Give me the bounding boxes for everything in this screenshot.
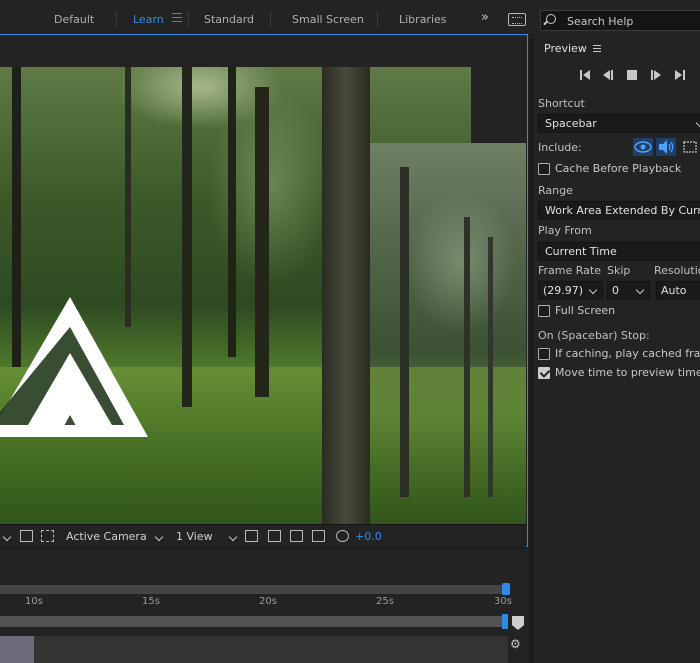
workspace-tab-default[interactable]: Default — [54, 13, 94, 26]
panel-menu-icon[interactable] — [593, 45, 601, 52]
play-from-label: Play From — [538, 224, 592, 237]
search-help-box[interactable] — [540, 10, 700, 31]
range-label: Range — [538, 184, 573, 197]
workspace-tab-standard[interactable]: Standard — [204, 13, 254, 26]
first-frame-icon[interactable] — [579, 69, 591, 81]
full-screen-checkbox[interactable] — [538, 305, 550, 317]
last-frame-icon[interactable] — [674, 69, 686, 81]
preview-panel: Preview Shortcut Spacebar Include: Cache… — [532, 34, 700, 663]
layer-bar[interactable] — [0, 636, 34, 663]
transparency-grid-icon[interactable] — [41, 530, 54, 542]
workspace-menu-icon[interactable] — [172, 13, 182, 22]
composition-viewer: Active Camera 1 View +0.0 — [0, 34, 528, 547]
workspace-tab-learn[interactable]: Learn — [133, 13, 164, 26]
playhead-icon[interactable] — [512, 616, 524, 630]
timeline-tick: 25s — [376, 596, 394, 607]
include-label: Include: — [538, 141, 582, 154]
workspace-divider — [188, 11, 189, 27]
timeline-icon[interactable] — [290, 530, 303, 542]
include-audio-icon[interactable] — [656, 138, 676, 156]
tree-trunk — [464, 217, 470, 497]
tree-trunk — [182, 67, 192, 407]
work-area-bar[interactable] — [0, 585, 508, 594]
view-layout-dropdown[interactable]: 1 View — [176, 527, 238, 546]
tree-trunk — [488, 237, 493, 497]
cache-before-playback-checkbox[interactable] — [538, 163, 550, 175]
shortcut-dropdown[interactable]: Spacebar — [538, 114, 700, 133]
next-frame-icon[interactable] — [650, 69, 662, 81]
shortcut-label: Shortcut — [538, 97, 585, 110]
previous-frame-icon[interactable] — [602, 69, 614, 81]
preview-panel-title: Preview — [544, 42, 587, 55]
skip-dropdown[interactable]: 0 — [607, 281, 650, 300]
include-video-icon[interactable] — [633, 138, 653, 156]
triangle-logo-icon — [0, 297, 148, 437]
resolution-label: Resolution — [654, 264, 700, 277]
skip-label: Skip — [607, 264, 631, 277]
layer-track[interactable] — [34, 636, 508, 663]
active-camera-dropdown[interactable]: Active Camera — [66, 527, 164, 546]
double-chevron-right-icon[interactable]: » — [481, 10, 489, 25]
search-help-input[interactable] — [567, 14, 697, 28]
keyboard-shortcuts-icon[interactable] — [508, 13, 526, 26]
timeline-bar-end-marker[interactable] — [502, 614, 508, 629]
composition-canvas[interactable] — [0, 67, 526, 524]
reset-exposure-icon[interactable] — [336, 530, 349, 542]
workspace-divider — [377, 11, 378, 27]
exposure-value[interactable]: +0.0 — [355, 530, 382, 543]
tree-trunk — [322, 67, 370, 524]
toggle-pixel-aspect-icon[interactable] — [245, 530, 258, 542]
timeline-tick: 20s — [259, 596, 277, 607]
timeline-panel: 10s 15s 20s 25s 30s ⚙ — [0, 549, 528, 663]
frame-rate-label: Frame Rate — [538, 264, 601, 277]
move-time-label: Move time to preview time — [555, 366, 700, 379]
tree-trunk — [255, 87, 269, 397]
timeline-bar[interactable] — [0, 616, 506, 627]
if-caching-checkbox[interactable] — [538, 348, 550, 360]
timeline-options-icon[interactable]: ⚙ — [510, 637, 521, 651]
work-area-end-handle[interactable] — [502, 583, 510, 595]
resolution-dropdown[interactable]: Auto — [656, 281, 700, 300]
frame-rate-dropdown[interactable]: (29.97) — [538, 281, 603, 300]
region-of-interest-icon[interactable] — [20, 530, 33, 542]
timeline-tick: 30s — [494, 596, 512, 607]
fast-previews-icon[interactable] — [268, 530, 281, 542]
timeline-tick: 15s — [142, 596, 160, 607]
magnification-dropdown[interactable] — [0, 527, 12, 546]
workspace-tab-small-screen[interactable]: Small Screen — [292, 13, 364, 26]
stop-icon[interactable] — [626, 69, 638, 81]
move-time-checkbox[interactable] — [538, 367, 550, 379]
full-screen-label: Full Screen — [555, 304, 616, 317]
workspace-tab-libraries[interactable]: Libraries — [399, 13, 447, 26]
search-icon — [546, 14, 556, 24]
play-from-dropdown[interactable]: Current Time — [538, 242, 700, 261]
tree-trunk — [125, 67, 131, 327]
workspace-divider — [116, 11, 117, 27]
workspace-divider — [270, 11, 271, 27]
include-overlays-icon[interactable] — [680, 138, 700, 156]
if-caching-label: If caching, play cached frames — [555, 347, 700, 360]
viewer-toolbar: Active Camera 1 View +0.0 — [0, 524, 526, 547]
flowchart-icon[interactable] — [312, 530, 325, 542]
tree-trunk — [228, 67, 236, 357]
cache-before-playback-label: Cache Before Playback — [555, 162, 682, 175]
on-stop-label: On (Spacebar) Stop: — [538, 329, 650, 342]
range-dropdown[interactable]: Work Area Extended By Current — [538, 201, 700, 220]
tree-trunk — [400, 167, 409, 497]
timeline-tick: 10s — [25, 596, 43, 607]
